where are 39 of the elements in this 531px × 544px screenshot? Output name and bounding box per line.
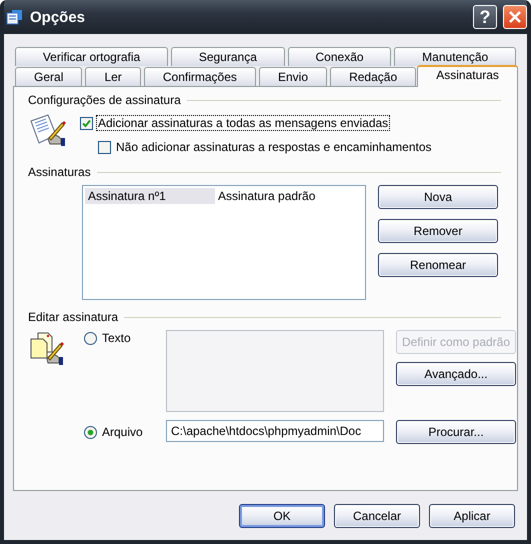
close-button[interactable] [503, 5, 527, 29]
signature-button[interactable]: Nova [378, 185, 498, 209]
signature-icon [28, 113, 68, 149]
checkbox-label: Não adicionar assinaturas a respostas e encaminhamentos [115, 139, 433, 155]
file-path-field[interactable]: C:\apache\htdocs\phpmyadmin\Doc [166, 420, 384, 442]
tab[interactable]: Redação [330, 67, 416, 86]
signature-name[interactable]: Assinatura nº1 [85, 188, 215, 204]
tab[interactable]: Geral [15, 67, 82, 86]
signature-button[interactable]: Renomear [378, 253, 498, 277]
tab[interactable]: Conexão [288, 47, 392, 66]
window-title: Opções [30, 8, 86, 26]
radio-button[interactable] [84, 426, 97, 438]
tab[interactable]: Envio [258, 67, 328, 86]
section-heading: Assinaturas [28, 165, 91, 179]
checkbox[interactable] [80, 116, 93, 130]
checkbox-label: Adicionar assinaturas a todas as mensagens enviadas [96, 115, 390, 131]
tab[interactable]: Segurança [171, 47, 285, 66]
section-heading: Editar assinatura [28, 310, 118, 324]
tab[interactable]: Assinaturas [417, 65, 518, 87]
close-icon [508, 10, 522, 24]
app-icon [6, 8, 24, 26]
dialog-button[interactable]: Aplicar [429, 504, 515, 528]
dialog-button[interactable]: OK [239, 504, 325, 528]
radio-button[interactable] [84, 332, 97, 344]
signature-note: Assinatura padrão [217, 188, 316, 204]
tab[interactable]: Manutenção [394, 47, 516, 66]
radio-label: Arquivo [101, 424, 144, 440]
tab[interactable]: Confirmações [144, 67, 256, 86]
edit-button[interactable]: Avançado... [396, 362, 516, 386]
radio-label: Texto [101, 330, 132, 346]
checkbox[interactable] [98, 140, 111, 154]
signature-list[interactable]: Assinatura nº1 Assinatura padrão [82, 185, 366, 300]
tab[interactable]: Ler [85, 67, 141, 86]
signature-button[interactable]: Remover [378, 219, 498, 243]
tab[interactable]: Verificar ortografia [15, 47, 168, 66]
edit-button[interactable]: Procurar... [396, 420, 516, 444]
dialog-button[interactable]: Cancelar [334, 504, 420, 528]
section-heading: Configurações de assinatura [28, 93, 181, 107]
help-button[interactable]: ? [473, 5, 497, 29]
